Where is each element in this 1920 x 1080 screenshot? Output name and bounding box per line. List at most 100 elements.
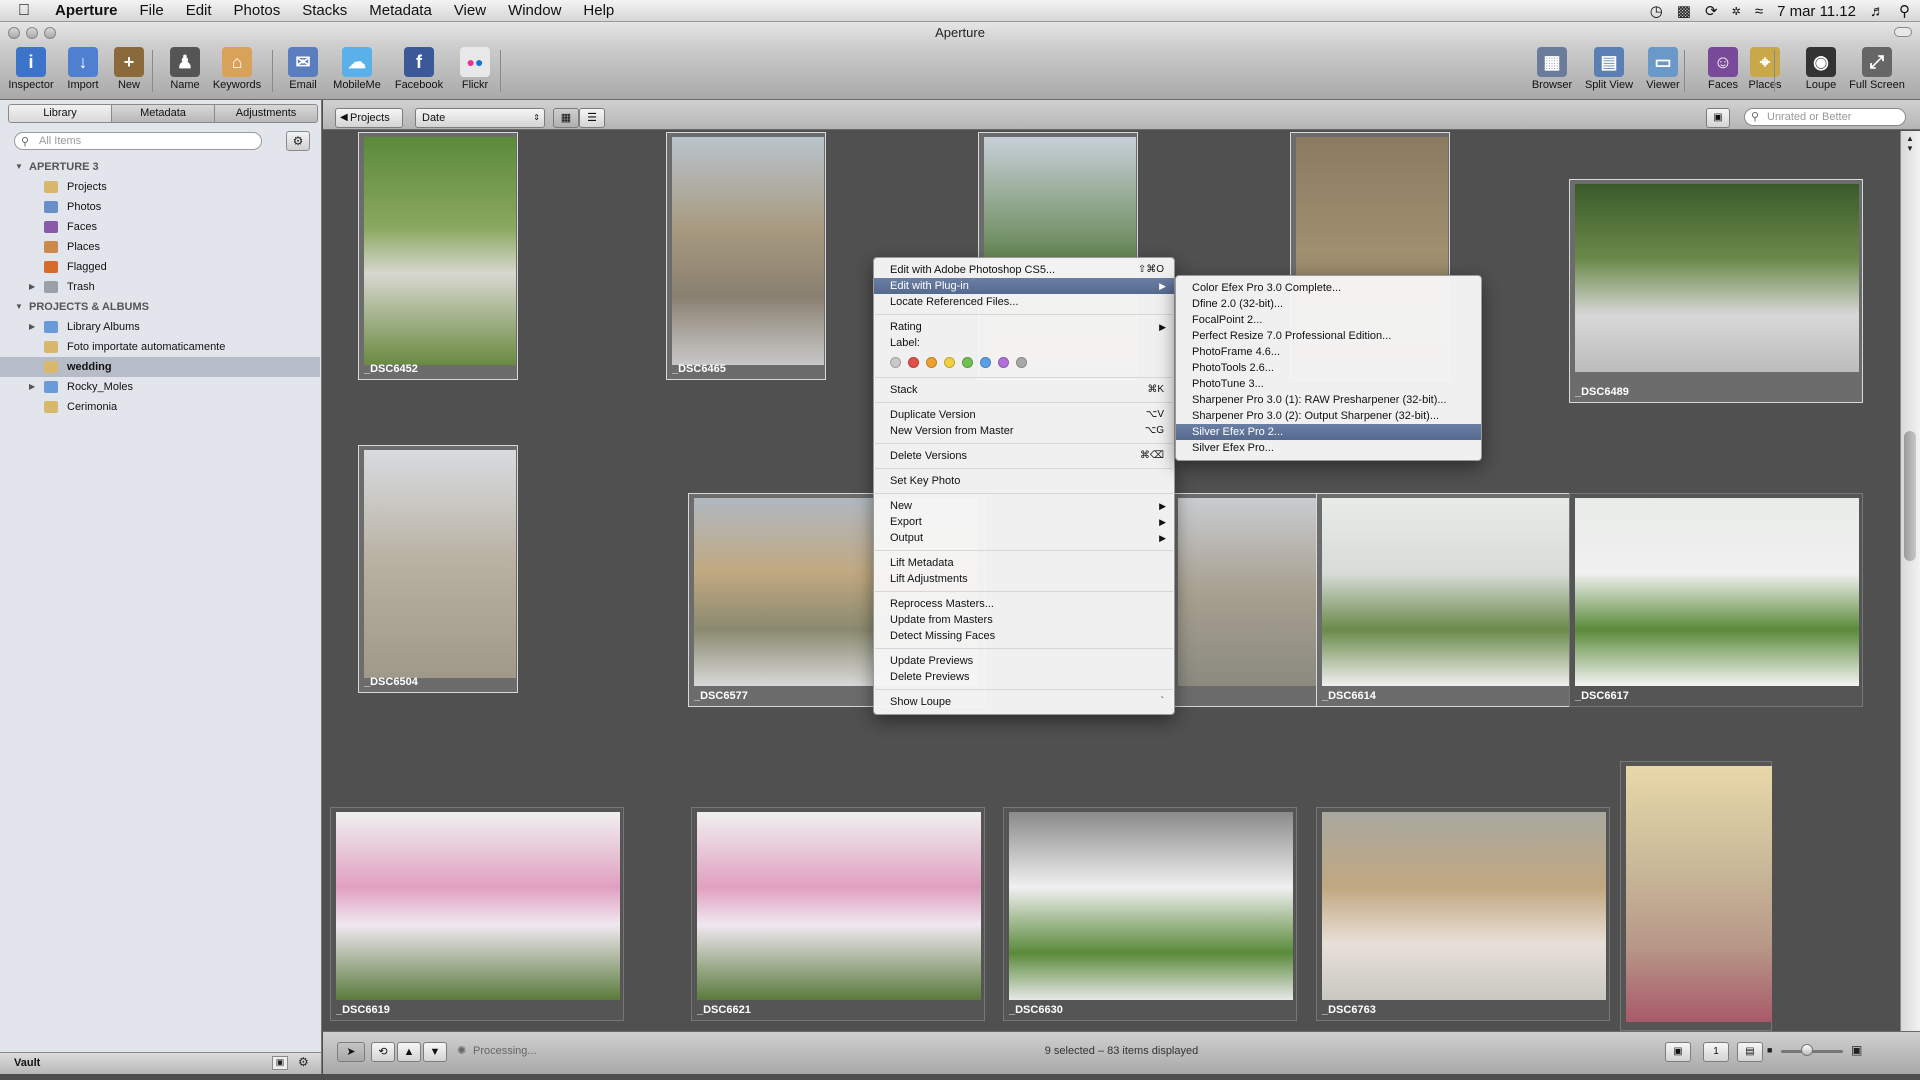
sidebar-item-places[interactable]: Places — [0, 237, 320, 257]
menu-item-delete-previews[interactable]: Delete Previews — [874, 669, 1174, 685]
library-search-input[interactable]: ⚲ All Items — [14, 132, 262, 150]
volume-icon[interactable]: ♬ — [1870, 3, 1885, 20]
menu-item-detect-missing-faces[interactable]: Detect Missing Faces — [874, 628, 1174, 644]
tab-library[interactable]: Library — [9, 105, 112, 122]
disclosure-triangle-icon[interactable]: ▼ — [15, 297, 23, 317]
clock[interactable]: 7 mar 11.12 — [1777, 3, 1856, 20]
disclosure-triangle-icon[interactable]: ▼ — [15, 157, 23, 177]
minimize-window-button[interactable] — [26, 27, 38, 39]
menu-item-delete-versions[interactable]: Delete Versions ⌘⌫ — [874, 448, 1174, 464]
vault-add-icon[interactable]: ▣ — [272, 1056, 288, 1070]
new-toolbar-button[interactable]: + New — [98, 46, 160, 91]
sidebar-item-rocky-moles[interactable]: ▶ Rocky_Moles — [0, 377, 320, 397]
plugin-item-phototune-3[interactable]: PhotoTune 3... — [1176, 376, 1481, 392]
places-toolbar-button[interactable]: ⌖ Places — [1734, 46, 1796, 91]
sidebar-item-projects[interactable]: Projects — [0, 177, 320, 197]
filter-hud-button[interactable]: ▣ — [1706, 108, 1730, 128]
plugin-item-silver-efex-pro-2[interactable]: Silver Efex Pro 2... — [1176, 424, 1481, 440]
photo-thumbnail[interactable]: _DSC6630 — [1003, 807, 1297, 1021]
bluetooth-icon[interactable]: ✲ — [1732, 5, 1741, 18]
tab-metadata[interactable]: Metadata — [112, 105, 215, 122]
label-color-swatch[interactable] — [890, 356, 901, 368]
photo-thumbnail[interactable]: _DSC6763 — [1316, 807, 1610, 1021]
sidebar-item-cerimonia[interactable]: Cerimonia — [0, 397, 320, 417]
menu-item-locate-referenced-files[interactable]: Locate Referenced Files... — [874, 294, 1174, 310]
scrollbar-thumb[interactable] — [1904, 431, 1916, 561]
photo-thumbnail[interactable]: _DSC6489 — [1569, 179, 1863, 403]
photo-thumbnail[interactable]: _DSC6465 — [666, 132, 826, 380]
photo-thumbnail[interactable]: _DSC6619 — [330, 807, 624, 1021]
menu-edit[interactable]: Edit — [175, 2, 223, 19]
section-header-projects-albums[interactable]: ▼ PROJECTS & ALBUMS — [0, 297, 320, 317]
vault-gear-icon[interactable]: ⚙ — [298, 1055, 309, 1069]
list-view-button[interactable]: ☰ — [579, 108, 605, 128]
thumbnail-size-slider-knob[interactable] — [1801, 1044, 1813, 1056]
sort-select[interactable]: Date ⇕ — [415, 108, 545, 128]
label-color-swatch[interactable] — [926, 356, 937, 368]
browser-toolbar-button[interactable]: ▦ Browser — [1521, 46, 1583, 91]
menu-help[interactable]: Help — [572, 2, 625, 19]
plugin-item-color-efex-pro-3-0-complete[interactable]: Color Efex Pro 3.0 Complete... — [1176, 280, 1481, 296]
sidebar-item-faces[interactable]: Faces — [0, 217, 320, 237]
menu-item-edit-with-plug-in[interactable]: Edit with Plug-in ▶ — [874, 278, 1174, 294]
tab-adjustments[interactable]: Adjustments — [215, 105, 317, 122]
plugin-item-sharpener-pro-3-0-1-raw-presharpener-32-bit[interactable]: Sharpener Pro 3.0 (1): RAW Presharpener … — [1176, 392, 1481, 408]
menu-item-show-loupe[interactable]: Show Loupe ` — [874, 694, 1174, 710]
photo-thumbnail[interactable]: _DSC6621 — [691, 807, 985, 1021]
toolbar-toggle-button[interactable] — [1894, 27, 1912, 37]
plugin-item-silver-efex-pro[interactable]: Silver Efex Pro... — [1176, 440, 1481, 456]
label-color-swatch[interactable] — [962, 356, 973, 368]
plugin-item-focalpoint-2[interactable]: FocalPoint 2... — [1176, 312, 1481, 328]
menu-item-edit-with-adobe-photoshop-cs5[interactable]: Edit with Adobe Photoshop CS5... ⇧⌘O — [874, 262, 1174, 278]
menu-window[interactable]: Window — [497, 2, 572, 19]
filmstrip-button[interactable]: ▤ — [1737, 1042, 1763, 1062]
wifi-icon[interactable]: ≈ — [1755, 3, 1763, 20]
apple-menu-icon[interactable]:  — [0, 2, 44, 20]
scroll-down-icon[interactable]: ▼ — [1906, 144, 1914, 153]
scroll-up-icon[interactable]: ▲ — [1906, 134, 1914, 143]
grid-view-button[interactable]: ▦ — [553, 108, 579, 128]
plugin-item-dfine-2-0-32-bit[interactable]: Dfine 2.0 (32-bit)... — [1176, 296, 1481, 312]
menu-item-rating[interactable]: Rating ▶ — [874, 319, 1174, 335]
menu-item-new[interactable]: New ▶ — [874, 498, 1174, 514]
vault-label[interactable]: Vault — [14, 1057, 40, 1069]
photo-thumbnail[interactable]: _DSC6452 — [358, 132, 518, 380]
sidebar-item-library-albums[interactable]: ▶ Library Albums — [0, 317, 320, 337]
sidebar-item-trash[interactable]: ▶ Trash — [0, 277, 320, 297]
menu-item-reprocess-masters[interactable]: Reprocess Masters... — [874, 596, 1174, 612]
primary-only-button[interactable]: 1 — [1703, 1042, 1729, 1062]
loupe-toolbar-button[interactable]: ◉ Loupe — [1790, 46, 1852, 91]
photo-thumbnail[interactable]: _DSC6617 — [1569, 493, 1863, 707]
sidebar-item-flagged[interactable]: Flagged — [0, 257, 320, 277]
menu-item-lift-adjustments[interactable]: Lift Adjustments — [874, 571, 1174, 587]
label-color-swatch[interactable] — [980, 356, 991, 368]
split-view-toolbar-button[interactable]: ▤ Split View — [1578, 46, 1640, 91]
menu-metadata[interactable]: Metadata — [358, 2, 443, 19]
menu-item-lift-metadata[interactable]: Lift Metadata — [874, 555, 1174, 571]
photo-thumbnail[interactable] — [1620, 761, 1772, 1031]
menu-view[interactable]: View — [443, 2, 497, 19]
label-color-swatch[interactable] — [998, 356, 1009, 368]
photo-thumbnail[interactable]: _DSC6504 — [358, 445, 518, 693]
zoom-window-button[interactable] — [44, 27, 56, 39]
menu-item-output[interactable]: Output ▶ — [874, 530, 1174, 546]
vertical-scrollbar[interactable]: ▲ ▼ — [1900, 131, 1920, 1031]
app-menu[interactable]: Aperture — [44, 2, 129, 19]
library-action-gear-button[interactable]: ⚙ — [286, 131, 310, 151]
menu-item-duplicate-version[interactable]: Duplicate Version ⌥V — [874, 407, 1174, 423]
plugin-item-perfect-resize-7-0-professional-edition[interactable]: Perfect Resize 7.0 Professional Edition.… — [1176, 328, 1481, 344]
rating-filter-input[interactable]: ⚲ Unrated or Better — [1744, 108, 1906, 126]
disclosure-triangle-icon[interactable]: ▶ — [29, 277, 35, 297]
menu-item-stack[interactable]: Stack ⌘K — [874, 382, 1174, 398]
label-color-swatch[interactable] — [1016, 356, 1027, 368]
disclosure-triangle-icon[interactable]: ▶ — [29, 317, 35, 337]
spotlight-icon[interactable]: ⚲ — [1899, 2, 1910, 20]
plugin-item-photoframe-4-6[interactable]: PhotoFrame 4.6... — [1176, 344, 1481, 360]
close-window-button[interactable] — [8, 27, 20, 39]
metadata-overlay-button[interactable]: ▣ — [1665, 1042, 1691, 1062]
sync-icon[interactable]: ⟳ — [1705, 2, 1718, 20]
projects-button[interactable]: ◀ Projects — [335, 108, 403, 128]
mobileme-toolbar-button[interactable]: ☁ MobileMe — [326, 46, 388, 91]
email-toolbar-button[interactable]: ✉ Email — [272, 46, 334, 91]
section-header-aperture-3[interactable]: ▼ APERTURE 3 — [0, 157, 320, 177]
